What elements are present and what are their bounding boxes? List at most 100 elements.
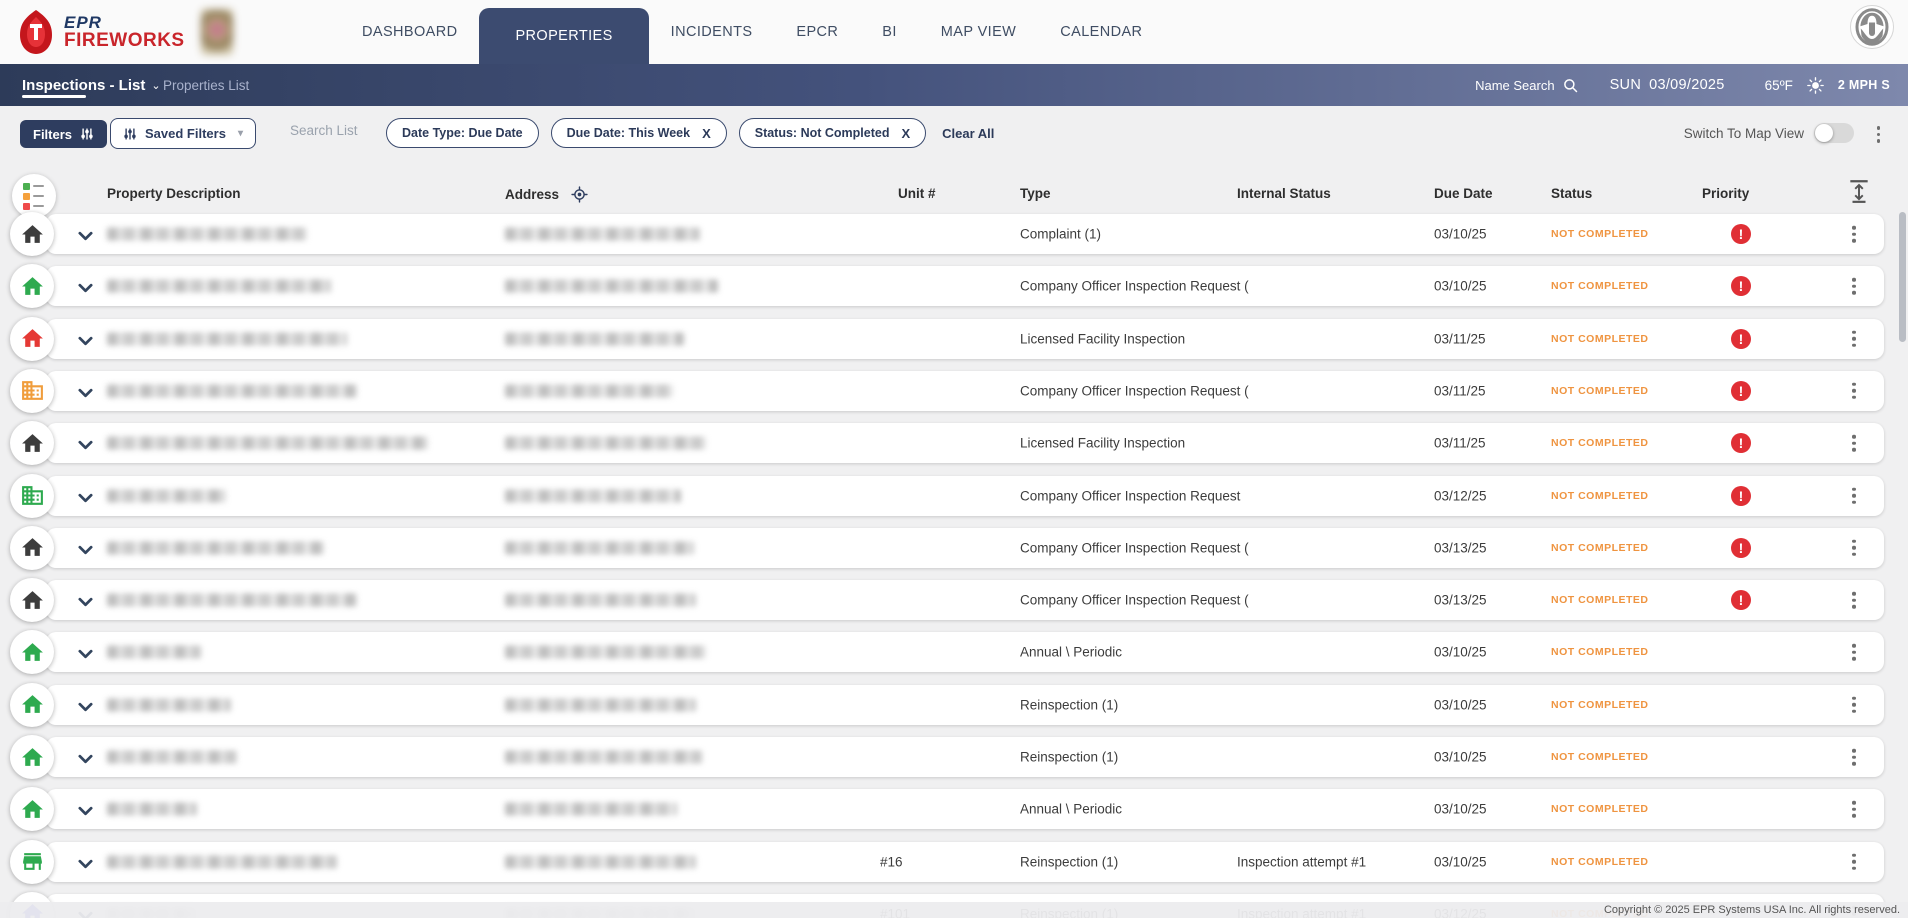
expand-row-chevron-icon[interactable] bbox=[78, 228, 93, 241]
row-kebab-menu[interactable] bbox=[1850, 381, 1858, 402]
home-icon[interactable] bbox=[10, 421, 54, 466]
chevron-down-icon: ⌄ bbox=[151, 79, 161, 92]
table-row: Annual \ Periodic 03/10/25 NOT COMPLETED bbox=[0, 630, 1908, 675]
property-description-redacted bbox=[107, 802, 197, 816]
expand-row-chevron-icon[interactable] bbox=[78, 856, 93, 868]
property-description-redacted bbox=[107, 855, 337, 869]
due-date: 03/11/25 bbox=[1434, 383, 1486, 399]
tab-incidents[interactable]: INCIDENTS bbox=[649, 24, 775, 40]
tab-epcr[interactable]: EPCR bbox=[774, 24, 860, 40]
expand-row-chevron-icon[interactable] bbox=[78, 333, 93, 345]
expand-row-chevron-icon[interactable] bbox=[78, 280, 93, 293]
inspection-type: Reinspection (1) bbox=[1020, 854, 1119, 870]
epr-fireworks-logo[interactable]: EPR FIREWORKS bbox=[16, 9, 185, 55]
status-badge: NOT COMPLETED bbox=[1551, 228, 1649, 240]
building-icon[interactable] bbox=[10, 368, 54, 413]
home-icon[interactable] bbox=[10, 735, 54, 779]
address-redacted bbox=[505, 279, 718, 293]
expand-row-chevron-icon[interactable] bbox=[78, 594, 93, 607]
copyright-text: Copyright © 2025 EPR Systems USA Inc. Al… bbox=[1603, 904, 1900, 916]
row-kebab-menu[interactable] bbox=[1850, 694, 1858, 715]
expand-row-chevron-icon[interactable] bbox=[78, 751, 93, 764]
tab-map-view[interactable]: MAP VIEW bbox=[919, 24, 1038, 40]
home-icon[interactable] bbox=[10, 316, 54, 361]
inspection-type: Company Officer Inspection Request ( bbox=[1020, 383, 1249, 399]
priority-alert-icon bbox=[1731, 380, 1751, 401]
address-redacted bbox=[505, 593, 696, 607]
expand-row-chevron-icon[interactable] bbox=[78, 385, 93, 398]
home-icon[interactable] bbox=[10, 525, 54, 570]
address-redacted bbox=[505, 802, 677, 816]
table-row: Company Officer Inspection Request ( 03/… bbox=[0, 578, 1908, 623]
home-icon[interactable] bbox=[10, 264, 54, 309]
table-row: Company Officer Inspection Request ( 03/… bbox=[0, 525, 1908, 570]
row-kebab-menu[interactable] bbox=[1850, 485, 1858, 506]
row-kebab-menu[interactable] bbox=[1850, 328, 1858, 349]
store-icon[interactable] bbox=[10, 839, 54, 884]
expand-row-chevron-icon[interactable] bbox=[78, 699, 93, 711]
table-row: Annual \ Periodic 03/10/25 NOT COMPLETED bbox=[0, 787, 1908, 832]
expand-row-chevron-icon[interactable] bbox=[78, 803, 93, 816]
expand-row-chevron-icon[interactable] bbox=[78, 542, 93, 555]
temperature: 65ºF bbox=[1764, 77, 1793, 93]
home-icon[interactable] bbox=[10, 787, 54, 832]
user-avatar[interactable] bbox=[1850, 5, 1894, 49]
tab-calendar[interactable]: CALENDAR bbox=[1038, 24, 1164, 40]
property-description-redacted bbox=[107, 279, 331, 293]
row-kebab-menu[interactable] bbox=[1850, 642, 1858, 663]
home-icon[interactable] bbox=[10, 578, 54, 623]
row-kebab-menu[interactable] bbox=[1850, 224, 1858, 245]
current-date: 03/09/2025 bbox=[1649, 77, 1725, 93]
vertical-scrollbar-thumb[interactable] bbox=[1899, 212, 1906, 342]
home-icon[interactable] bbox=[10, 212, 54, 256]
status-badge: NOT COMPLETED bbox=[1551, 803, 1649, 816]
tab-bi[interactable]: BI bbox=[860, 24, 919, 40]
row-kebab-menu[interactable] bbox=[1850, 276, 1858, 297]
status-badge: NOT COMPLETED bbox=[1551, 646, 1649, 659]
property-description-redacted bbox=[107, 489, 226, 502]
priority-alert-icon bbox=[1731, 433, 1751, 454]
inspections-list-dropdown[interactable]: Inspections - List bbox=[22, 77, 145, 94]
address-redacted bbox=[505, 645, 706, 659]
properties-list-tab[interactable]: Properties List bbox=[163, 78, 249, 93]
due-date: 03/12/25 bbox=[1434, 488, 1487, 503]
name-search-button[interactable]: Name Search bbox=[1475, 78, 1577, 93]
table-row: Reinspection (1) 03/10/25 NOT COMPLETED bbox=[0, 682, 1908, 727]
table-row: Reinspection (1) 03/10/25 NOT COMPLETED bbox=[0, 735, 1908, 779]
expand-row-chevron-icon[interactable] bbox=[78, 646, 93, 659]
tab-properties[interactable]: PROPERTIES bbox=[479, 8, 649, 64]
expand-row-chevron-icon[interactable] bbox=[78, 490, 93, 502]
table-row: Complaint (1) 03/10/25 NOT COMPLETED bbox=[0, 212, 1908, 256]
status-badge: NOT COMPLETED bbox=[1551, 280, 1649, 293]
property-description-redacted bbox=[107, 750, 237, 764]
inspection-type: Licensed Facility Inspection bbox=[1020, 435, 1186, 451]
tab-dashboard[interactable]: DASHBOARD bbox=[340, 24, 479, 40]
table-row: Company Officer Inspection Request ( 03/… bbox=[0, 264, 1908, 309]
inspections-list-page: EPR FIREWORKS DASHBOARD PROPERTIES INCIDEN… bbox=[0, 0, 1908, 918]
row-kebab-menu[interactable] bbox=[1850, 433, 1858, 454]
inspection-type: Company Officer Inspection Request ( bbox=[1020, 592, 1249, 608]
top-header: EPR FIREWORKS DASHBOARD PROPERTIES INCIDEN… bbox=[0, 0, 1908, 64]
status-badge: NOT COMPLETED bbox=[1551, 751, 1649, 763]
status-badge: NOT COMPLETED bbox=[1551, 594, 1649, 607]
property-description-redacted bbox=[107, 384, 357, 398]
table-row: Company Officer Inspection Request 03/12… bbox=[0, 473, 1908, 518]
internal-status: Inspection attempt #1 bbox=[1237, 854, 1367, 870]
row-kebab-menu[interactable] bbox=[1850, 851, 1858, 872]
building-icon[interactable] bbox=[10, 473, 54, 518]
row-kebab-menu[interactable] bbox=[1850, 538, 1858, 559]
row-kebab-menu[interactable] bbox=[1850, 590, 1858, 611]
row-kebab-menu[interactable] bbox=[1850, 747, 1858, 768]
view-switcher[interactable]: Inspections - List ⌄ bbox=[22, 64, 161, 106]
row-kebab-menu[interactable] bbox=[1850, 799, 1858, 820]
table-row: Licensed Facility Inspection 03/11/25 NO… bbox=[0, 316, 1908, 361]
expand-row-chevron-icon[interactable] bbox=[78, 437, 93, 450]
address-redacted bbox=[505, 541, 694, 555]
due-date: 03/10/25 bbox=[1434, 854, 1487, 870]
property-description-redacted bbox=[107, 332, 347, 346]
address-redacted bbox=[505, 384, 673, 398]
inspection-type: Company Officer Inspection Request ( bbox=[1020, 540, 1249, 556]
table-row: #16 Reinspection (1) Inspection attempt … bbox=[0, 839, 1908, 884]
home-icon[interactable] bbox=[10, 682, 54, 727]
agency-badge-image bbox=[201, 9, 233, 55]
